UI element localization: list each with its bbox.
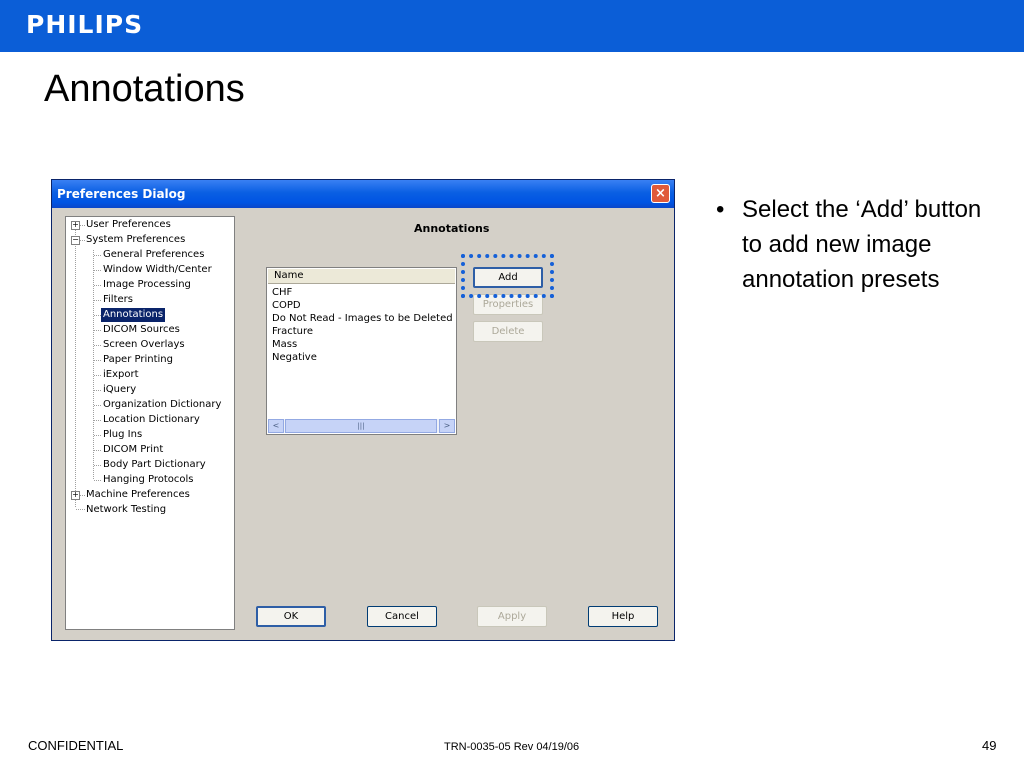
- tree-item-image-processing[interactable]: Image Processing: [103, 278, 191, 292]
- list-item[interactable]: Fracture: [272, 325, 313, 338]
- list-header-label: Name: [274, 270, 304, 281]
- preferences-tree[interactable]: + User Preferences − System Preferences …: [65, 216, 235, 630]
- tree-item-network-testing[interactable]: Network Testing: [86, 503, 166, 517]
- expand-icon[interactable]: +: [71, 491, 80, 500]
- tree-item-general-preferences[interactable]: General Preferences: [103, 248, 204, 262]
- tree-item-machine-preferences[interactable]: Machine Preferences: [86, 488, 190, 502]
- bullet-item: Select the ‘Add’ button to add new image…: [742, 196, 982, 293]
- collapse-icon[interactable]: −: [71, 236, 80, 245]
- tree-item-dicom-sources[interactable]: DICOM Sources: [103, 323, 180, 337]
- annotations-list[interactable]: Name CHF COPD Do Not Read - Images to be…: [266, 267, 457, 435]
- tree-item-screen-overlays[interactable]: Screen Overlays: [103, 338, 185, 352]
- footer-confidential: CONFIDENTIAL: [28, 738, 124, 753]
- tree-item-user-preferences[interactable]: User Preferences: [86, 218, 171, 232]
- list-item[interactable]: COPD: [272, 299, 301, 312]
- slide-title: Annotations: [44, 68, 245, 110]
- dialog-titlebar[interactable]: Preferences Dialog ×: [52, 180, 674, 208]
- header-bar: PHILIPS: [0, 0, 1024, 52]
- apply-button[interactable]: Apply: [477, 606, 547, 627]
- tree-item-paper-printing[interactable]: Paper Printing: [103, 353, 173, 367]
- preferences-dialog: Preferences Dialog × + User Preferences …: [51, 179, 675, 641]
- help-button[interactable]: Help: [588, 606, 658, 627]
- tree-item-plug-ins[interactable]: Plug Ins: [103, 428, 142, 442]
- tree-item-location-dictionary[interactable]: Location Dictionary: [103, 413, 200, 427]
- page-number: 49: [982, 738, 997, 753]
- panel-title: Annotations: [414, 222, 490, 235]
- bullet-icon: •: [716, 196, 725, 223]
- tree-item-annotations[interactable]: Annotations: [101, 308, 166, 322]
- scroll-left-icon[interactable]: <: [268, 419, 284, 433]
- horizontal-scrollbar[interactable]: < ||| >: [268, 419, 455, 433]
- tree-item-filters[interactable]: Filters: [103, 293, 133, 307]
- tree-item-organization-dictionary[interactable]: Organization Dictionary: [103, 398, 221, 412]
- cancel-button[interactable]: Cancel: [367, 606, 437, 627]
- philips-logo: PHILIPS: [26, 10, 144, 39]
- tree-item-hanging-protocols[interactable]: Hanging Protocols: [103, 473, 193, 487]
- scroll-thumb[interactable]: |||: [285, 419, 437, 433]
- close-icon[interactable]: ×: [651, 184, 670, 203]
- add-button-highlight: [461, 254, 554, 298]
- tree-item-body-part-dictionary[interactable]: Body Part Dictionary: [103, 458, 206, 472]
- footer-doc-id: TRN-0035-05 Rev 04/19/06: [444, 741, 580, 753]
- scroll-right-icon[interactable]: >: [439, 419, 455, 433]
- list-item[interactable]: Do Not Read - Images to be Deleted: [272, 312, 453, 325]
- list-item[interactable]: CHF: [272, 286, 292, 299]
- tree-item-dicom-print[interactable]: DICOM Print: [103, 443, 163, 457]
- tree-item-system-preferences[interactable]: System Preferences: [86, 233, 185, 247]
- tree-item-window-width-center[interactable]: Window Width/Center: [103, 263, 212, 277]
- delete-button[interactable]: Delete: [473, 321, 543, 342]
- list-item[interactable]: Mass: [272, 338, 297, 351]
- list-header-name[interactable]: Name: [268, 269, 455, 284]
- list-item[interactable]: Negative: [272, 351, 317, 364]
- dialog-title: Preferences Dialog: [57, 187, 186, 201]
- tree-item-iexport[interactable]: iExport: [103, 368, 139, 382]
- tree-item-iquery[interactable]: iQuery: [103, 383, 136, 397]
- ok-button[interactable]: OK: [256, 606, 326, 627]
- expand-icon[interactable]: +: [71, 221, 80, 230]
